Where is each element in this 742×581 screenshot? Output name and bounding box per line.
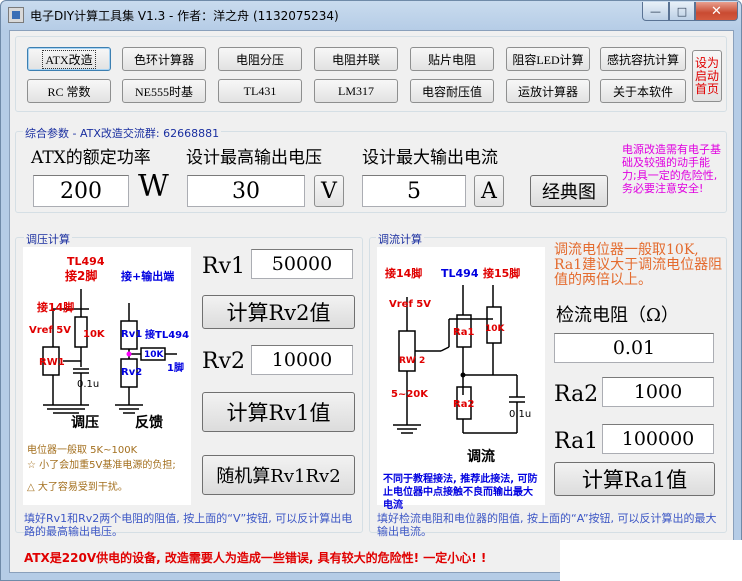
current-calc-hint: 填好检流电阻和电位器的阻值, 按上面的“A”按钮, 可以反计算出的最大输出电流。 bbox=[377, 512, 717, 538]
schem-c-10k: 10K bbox=[485, 324, 506, 334]
schem-c-note: 不同于教程接法, 推荐此接法, 可防止电位器中点接触不良而输出最大电流 bbox=[383, 474, 538, 511]
schem-v-pin2: 接2脚 bbox=[65, 268, 97, 283]
sense-resistor-label: 检流电阻（Ω） bbox=[556, 305, 679, 326]
rv2-input[interactable]: 10000 bbox=[251, 345, 353, 375]
resistor-divider-button[interactable]: 电阻分压 bbox=[218, 47, 302, 71]
lm317-button[interactable]: LM317 bbox=[314, 79, 398, 103]
schem-v-tl494: TL494 bbox=[67, 255, 105, 268]
schem-c-vref: Vref 5V bbox=[389, 299, 431, 310]
schem-v-note1: 电位器一般取 5K~100K bbox=[27, 443, 138, 456]
schem-c-pin14: 接14脚 bbox=[385, 266, 422, 280]
voltage-input[interactable]: 30 bbox=[187, 175, 305, 207]
about-button[interactable]: 关于本软件 bbox=[600, 79, 686, 103]
voltage-calc-legend: 调压计算 bbox=[24, 231, 72, 247]
client-area: ATX改造 色环计算器 电阻分压 电阻并联 贴片电阻 阻容LED计算 感抗容抗计… bbox=[9, 30, 734, 573]
schem-v-10k2: 10K bbox=[144, 350, 165, 360]
blank-corner bbox=[560, 540, 742, 581]
schem-v-10k: 10K bbox=[83, 329, 106, 340]
calc-rv2-button[interactable]: 计算Rv2值 bbox=[202, 295, 355, 329]
schem-c-ra2: Ra2 bbox=[453, 399, 474, 410]
calc-ra1-button[interactable]: 计算Ra1值 bbox=[554, 462, 715, 496]
capacitor-voltage-button[interactable]: 电容耐压值 bbox=[410, 79, 494, 103]
ra2-label: Ra2 bbox=[554, 382, 599, 407]
classic-diagram-button[interactable]: 经典图 bbox=[530, 175, 608, 207]
schem-v-note2: ☆ 小了会加重5V基准电源的负担; bbox=[27, 458, 176, 471]
schem-c-c01: 0.1u bbox=[509, 409, 531, 420]
sense-resistor-input[interactable]: 0.01 bbox=[554, 333, 714, 363]
schem-v-pin14: 接14脚 bbox=[37, 300, 74, 314]
voltage-unit-button[interactable]: V bbox=[314, 175, 344, 207]
current-desc: 调流电位器一般取10K, Ra1建议大于调流电位器阻值的两倍以上。 bbox=[554, 242, 723, 288]
random-calc-button[interactable]: 随机算Rv1Rv2 bbox=[202, 455, 355, 495]
minimize-button[interactable]: — bbox=[642, 2, 669, 21]
tl431-button[interactable]: TL431 bbox=[218, 79, 302, 103]
ne555-button[interactable]: NE555时基 bbox=[122, 79, 206, 103]
rv1-input[interactable]: 50000 bbox=[251, 249, 353, 279]
schem-v-regulate: 调压 bbox=[71, 415, 99, 431]
power-input[interactable]: 200 bbox=[33, 175, 129, 207]
rv2-label: Rv2 bbox=[202, 349, 245, 374]
power-unit-label: W bbox=[138, 169, 169, 204]
set-as-homepage-button[interactable]: 设为启动首页 bbox=[692, 50, 722, 102]
rc-led-calc-button[interactable]: 阻容LED计算 bbox=[506, 47, 590, 71]
current-label: 设计最大输出电流 bbox=[362, 148, 498, 168]
current-schematic: 接14脚 TL494 接15脚 Vref 5V Ra1 10K RW 2 Ra2… bbox=[377, 247, 545, 511]
calc-rv1-button[interactable]: 计算Rv1值 bbox=[202, 392, 355, 432]
opamp-calc-button[interactable]: 运放计算器 bbox=[506, 79, 590, 103]
schem-c-pin15: 接15脚 bbox=[483, 266, 520, 280]
atx-mod-button[interactable]: ATX改造 bbox=[27, 47, 111, 71]
current-unit-button[interactable]: A bbox=[474, 175, 504, 207]
voltage-label: 设计最高输出电压 bbox=[186, 148, 322, 168]
reactance-calc-button[interactable]: 感抗容抗计算 bbox=[600, 47, 686, 71]
voltage-calc-hint: 填好Rv1和Rv2两个电阻的阻值, 按上面的“V”按钮, 可以反计算出电路的最高… bbox=[24, 512, 353, 538]
ra1-input[interactable]: 100000 bbox=[602, 424, 714, 454]
rv1-label: Rv1 bbox=[202, 254, 245, 279]
title-bar[interactable]: 电子DIY计算工具集 V1.3 - 作者：洋之舟 (1132075234) — … bbox=[1, 1, 741, 29]
window-title: 电子DIY计算工具集 V1.3 - 作者：洋之舟 (1132075234) bbox=[30, 9, 339, 23]
bottom-warning: ATX是220V供电的设备, 改造需要人为造成一些错误, 具有较大的危险性! 一… bbox=[24, 551, 487, 565]
app-window: 电子DIY计算工具集 V1.3 - 作者：洋之舟 (1132075234) — … bbox=[0, 0, 742, 581]
voltage-schematic-svg: TL494 接2脚 接+输出端 接14脚 Vref 5V 10K RW1 0.1… bbox=[27, 255, 189, 493]
schem-v-tl494b: 接TL494 bbox=[145, 328, 189, 341]
safety-note: 电源改造需有电子基础及较强的动手能力;具一定的危险性,务必要注意安全! bbox=[622, 143, 721, 195]
ra1-label: Ra1 bbox=[554, 429, 599, 454]
schem-v-rv1: Rv1 bbox=[121, 329, 142, 340]
schem-v-rw1: RW1 bbox=[39, 357, 65, 368]
ra2-input[interactable]: 1000 bbox=[602, 377, 714, 407]
schem-v-feedback: 反馈 bbox=[135, 414, 163, 431]
current-schematic-svg: 接14脚 TL494 接15脚 Vref 5V Ra1 10K RW 2 Ra2… bbox=[385, 266, 531, 465]
close-button[interactable]: ✕ bbox=[695, 2, 738, 21]
schem-c-range: 5~20K bbox=[391, 389, 429, 400]
schem-c-ra1: Ra1 bbox=[453, 327, 474, 338]
resistor-parallel-button[interactable]: 电阻并联 bbox=[314, 47, 398, 71]
smd-resistor-button[interactable]: 贴片电阻 bbox=[410, 47, 494, 71]
current-calc-legend: 调流计算 bbox=[376, 231, 424, 247]
schem-v-rv2: Rv2 bbox=[121, 367, 142, 378]
schem-v-note3: △ 大了容易受到干扰。 bbox=[27, 480, 128, 493]
rc-constant-button[interactable]: RC 常数 bbox=[27, 79, 111, 103]
schem-v-pin1: 1脚 bbox=[167, 361, 184, 374]
current-input[interactable]: 5 bbox=[362, 175, 466, 207]
schem-c-rw2: RW 2 bbox=[399, 356, 425, 366]
schem-v-vref: Vref 5V bbox=[29, 325, 71, 336]
color-ring-calc-button[interactable]: 色环计算器 bbox=[122, 47, 206, 71]
params-legend: 综合参数 - ATX改造交流群: 62668881 bbox=[23, 125, 222, 141]
schem-v-c01: 0.1u bbox=[77, 379, 99, 390]
maximize-button[interactable]: □ bbox=[669, 2, 695, 21]
app-icon bbox=[8, 7, 24, 23]
voltage-schematic: TL494 接2脚 接+输出端 接14脚 Vref 5V 10K RW1 0.1… bbox=[23, 247, 191, 505]
power-label: ATX的额定功率 bbox=[31, 148, 151, 168]
schem-v-plus-out: 接+输出端 bbox=[121, 269, 174, 283]
schem-c-tl494: TL494 bbox=[441, 267, 479, 280]
schem-c-regulate: 调流 bbox=[467, 448, 495, 465]
